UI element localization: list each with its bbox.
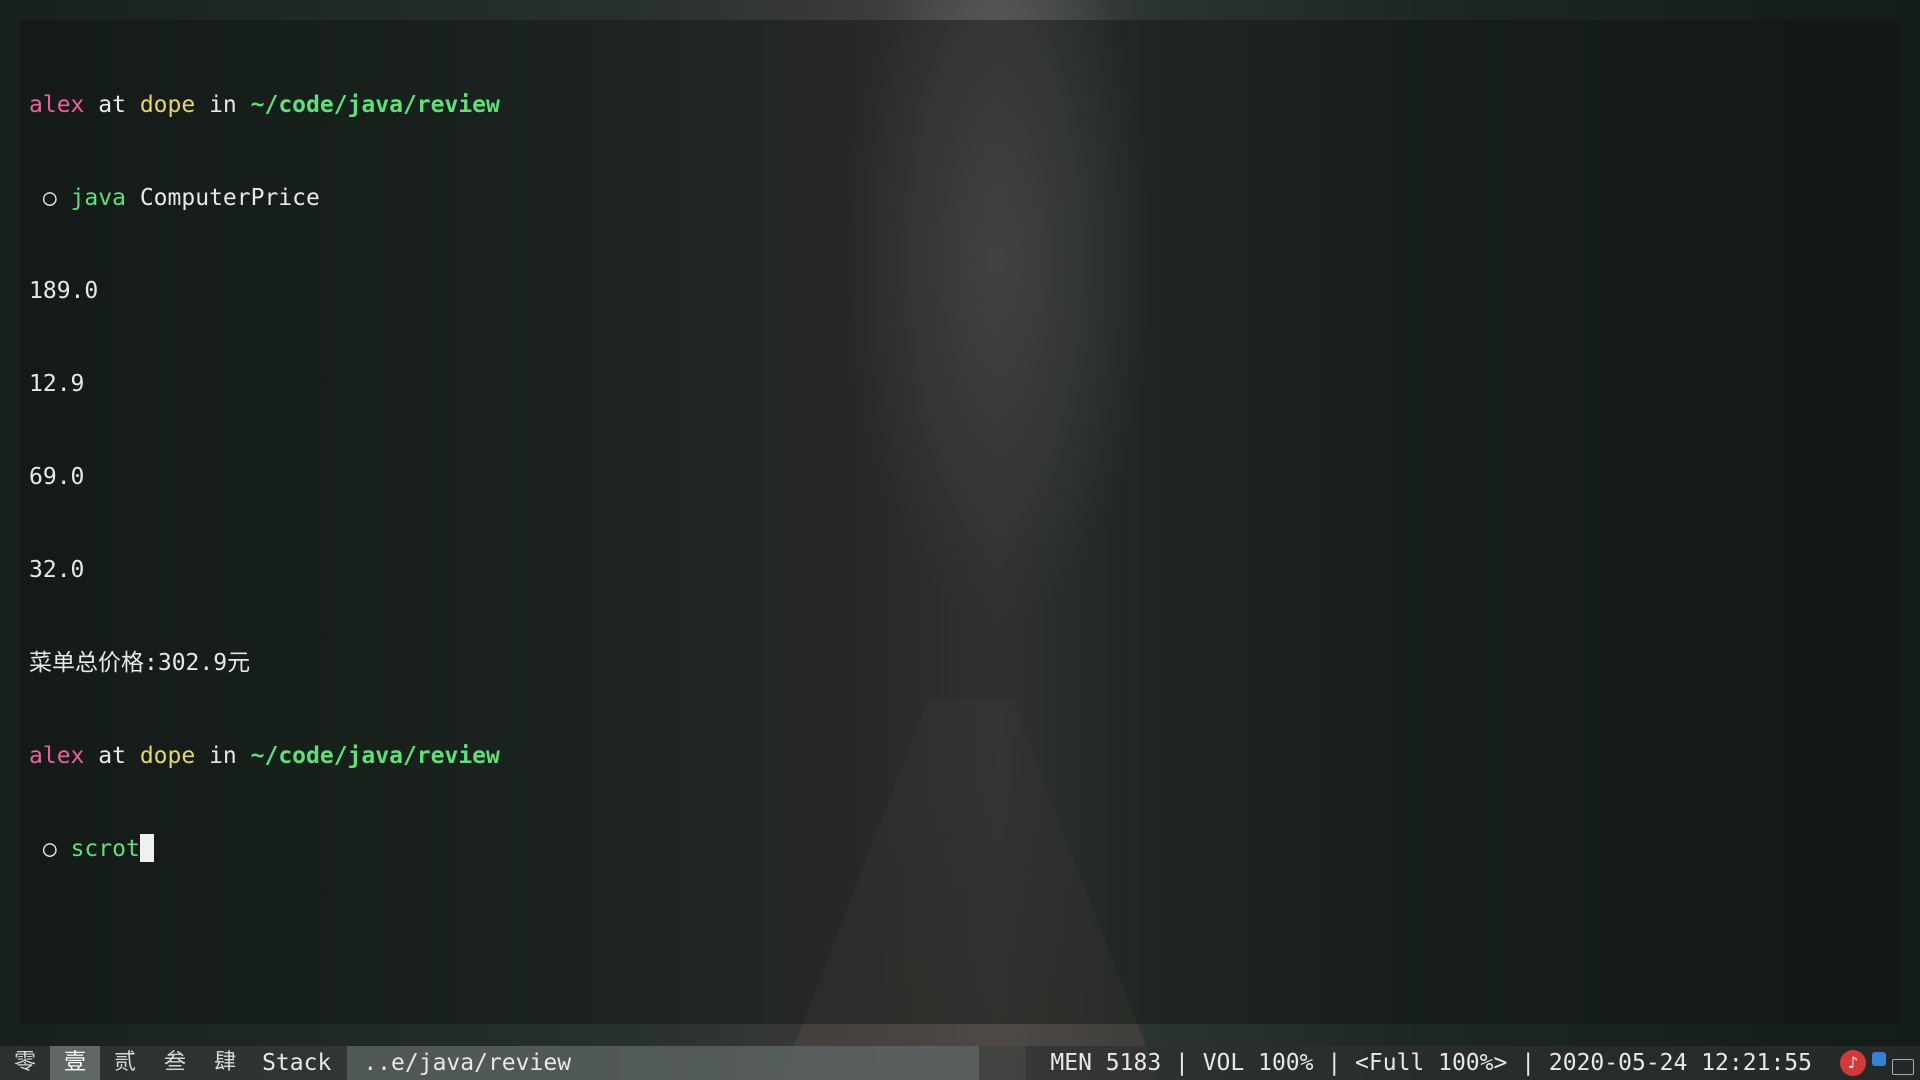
terminal-output: alex at dope in ~/code/java/review ○ jav… (29, 28, 500, 927)
terminal-window[interactable]: alex at dope in ~/code/java/review ○ jav… (20, 20, 1898, 1024)
bluetooth-icon[interactable] (1872, 1052, 1886, 1066)
command-input-line[interactable]: ○ scrot (29, 834, 500, 865)
prompt-bullet: ○ (42, 836, 57, 862)
text-cursor (139, 834, 154, 862)
workspace-0[interactable]: 零 (0, 1046, 50, 1080)
status-bar: 零 壹 贰 叁 肆 Stack ..e/java/review MEN 5183… (0, 1046, 1920, 1080)
prompt-in: in (209, 92, 237, 118)
prompt-user: alex (29, 743, 85, 769)
workspace-3[interactable]: 叁 (150, 1046, 200, 1080)
prompt-user: alex (29, 92, 85, 118)
layout-indicator[interactable]: Stack (250, 1046, 347, 1080)
command-line: ○ java ComputerPrice (29, 183, 500, 214)
output-total-line: 菜单总价格:302.9元 (29, 650, 251, 676)
workspace-4[interactable]: 肆 (200, 1046, 250, 1080)
window-title: ..e/java/review (347, 1046, 980, 1080)
command-program: java (70, 185, 126, 211)
workspace-1[interactable]: 壹 (50, 1046, 101, 1080)
prompt-in: in (209, 743, 237, 769)
keyboard-icon[interactable] (1892, 1059, 1914, 1075)
prompt-path: ~/code/java/review (250, 92, 500, 118)
system-tray: ♪ (1834, 1046, 1920, 1080)
output-line: 69.0 (29, 464, 85, 490)
netease-music-icon[interactable]: ♪ (1840, 1050, 1866, 1076)
system-info: MEN 5183 | VOL 100% | <Full 100%> | 2020… (1026, 1046, 1834, 1080)
command-args: ComputerPrice (139, 185, 320, 211)
output-line: 12.9 (29, 371, 85, 397)
prompt-line: alex at dope in ~/code/java/review (29, 90, 500, 121)
output-line: 32.0 (29, 557, 85, 583)
workspace-2[interactable]: 贰 (100, 1046, 150, 1080)
prompt-at: at (98, 743, 126, 769)
prompt-at: at (98, 92, 126, 118)
prompt-bullet: ○ (42, 185, 57, 211)
prompt-line: alex at dope in ~/code/java/review (29, 741, 500, 772)
prompt-host: dope (139, 743, 196, 769)
command-input[interactable]: scrot (71, 836, 140, 862)
output-line: 189.0 (29, 278, 99, 304)
prompt-path: ~/code/java/review (250, 743, 500, 769)
prompt-host: dope (139, 92, 196, 118)
